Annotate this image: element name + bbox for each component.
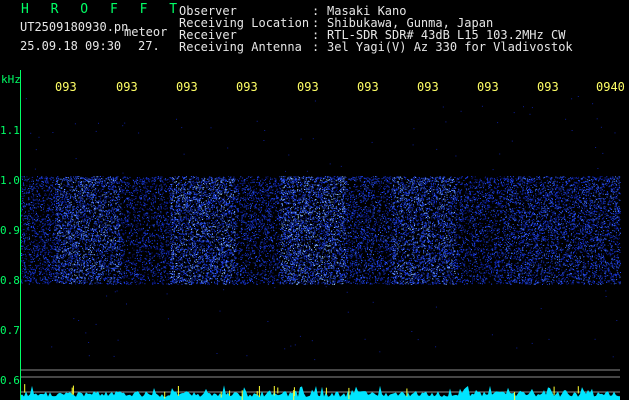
x-tick-label: 093 bbox=[477, 81, 499, 93]
y-tick-label: 1.0 bbox=[0, 175, 20, 186]
meta-label-antenna: Receiving Antenna bbox=[179, 41, 302, 53]
file-name: UT2509180930.pn bbox=[20, 21, 128, 33]
x-tick-label: 093 bbox=[55, 81, 77, 93]
x-tick-label: 093 bbox=[537, 81, 559, 93]
observation-datetime: 25.09.18 09:30 bbox=[20, 40, 121, 52]
spectrogram-plot bbox=[20, 96, 621, 400]
x-tick-label: 093 bbox=[176, 81, 198, 93]
meteor-label: meteor bbox=[124, 26, 167, 38]
frequency-reference-lines bbox=[20, 369, 620, 393]
y-tick-label: 0.8 bbox=[0, 275, 20, 286]
y-tick-label: 0.7 bbox=[0, 325, 20, 336]
noise-band bbox=[20, 96, 621, 361]
y-tick-label: 1.1 bbox=[0, 125, 20, 136]
x-tick-label: 093 bbox=[417, 81, 439, 93]
x-tick-label: 093 bbox=[116, 81, 138, 93]
meta-separator: : bbox=[312, 41, 319, 53]
y-tick-label: 0.9 bbox=[0, 225, 20, 236]
x-tick-label: 093 bbox=[236, 81, 258, 93]
y-tick-label: 0.6 bbox=[0, 375, 20, 386]
x-tick-label: 0940 bbox=[596, 81, 625, 93]
meteor-count: 27. bbox=[138, 40, 160, 52]
meta-value-antenna: 3el Yagi(V) Az 330 for Vladivostok bbox=[327, 41, 573, 53]
y-axis-unit: kHz bbox=[1, 74, 21, 85]
app-title: H R O F F T bbox=[21, 3, 184, 16]
x-tick-label: 093 bbox=[357, 81, 379, 93]
y-axis-line bbox=[20, 70, 21, 400]
x-tick-label: 093 bbox=[297, 81, 319, 93]
